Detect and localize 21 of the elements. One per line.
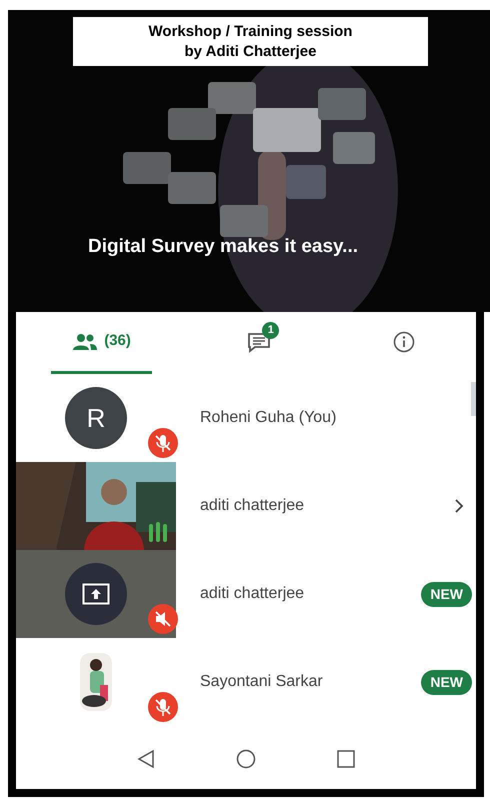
participant-name[interactable]: aditi chatterjee (176, 494, 454, 518)
recents-icon[interactable] (337, 750, 356, 768)
new-badge: NEW (421, 582, 472, 606)
slide-caption: Digital Survey makes it easy... (88, 235, 358, 259)
unread-badge: 1 (262, 322, 280, 338)
screen-share-icon (82, 583, 110, 605)
avatar: R (65, 387, 127, 449)
chat-tab[interactable]: 1 (187, 312, 332, 374)
new-badge: NEW (421, 670, 472, 694)
participant-name[interactable]: Roheni Guha (You) (176, 406, 476, 430)
scrollbar[interactable] (471, 382, 476, 416)
slide-subtitle: by Aditi Chatterjee (184, 42, 316, 62)
participant-name[interactable]: aditi chatterjee (176, 582, 422, 606)
participant-name[interactable]: Sayontani Sarkar (176, 670, 422, 694)
home-icon[interactable] (236, 749, 256, 769)
info-icon (392, 330, 415, 352)
people-icon (72, 332, 98, 350)
chevron-icon[interactable] (454, 499, 464, 513)
people-tab[interactable]: (36) (51, 312, 152, 374)
slide-title: Workshop / Training session (148, 22, 352, 42)
back-icon[interactable] (136, 749, 155, 769)
